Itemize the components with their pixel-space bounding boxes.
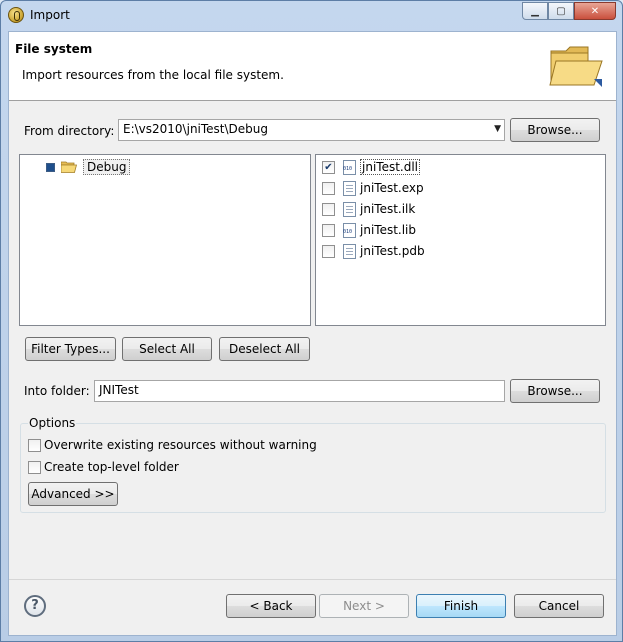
folder-icon	[549, 46, 603, 87]
into-folder-label: Into folder:	[24, 384, 90, 398]
from-directory-label: From directory:	[24, 124, 115, 138]
options-title: Options	[28, 416, 77, 430]
text-file-icon	[343, 180, 356, 196]
dialog-body: File system Import resources from the lo…	[8, 31, 617, 636]
text-file-icon	[343, 243, 356, 259]
window-title: Import	[30, 8, 70, 22]
advanced-button[interactable]: Advanced >>	[28, 482, 118, 506]
finish-button[interactable]: Finish	[416, 594, 506, 618]
footer-divider	[9, 579, 616, 580]
file-label: jniTest.lib	[360, 223, 417, 237]
wizard-title: File system	[15, 42, 93, 56]
file-item-dll[interactable]: ✔ jniTest.dll	[322, 157, 421, 177]
import-dialog: Import ▁ ▢ ✕ File system Import resource…	[0, 0, 623, 642]
deselect-all-button[interactable]: Deselect All	[219, 337, 310, 361]
file-checkbox[interactable]	[322, 244, 335, 258]
text-file-icon	[343, 201, 356, 217]
filter-types-button[interactable]: Filter Types...	[25, 337, 116, 361]
top-level-folder-label: Create top-level folder	[44, 460, 179, 474]
file-label: jniTest.pdb	[360, 244, 425, 258]
folder-tree[interactable]: Debug	[19, 154, 311, 326]
into-folder-input[interactable]: JNITest	[94, 380, 505, 402]
maximize-icon[interactable]: ▢	[548, 2, 574, 20]
binary-file-icon	[343, 222, 356, 238]
file-checkbox[interactable]	[322, 202, 335, 216]
eclipse-app-icon	[8, 7, 24, 23]
file-label: jniTest.ilk	[360, 202, 416, 216]
file-item-lib[interactable]: jniTest.lib	[322, 220, 416, 240]
from-directory-value: E:\vs2010\jniTest\Debug	[123, 122, 269, 136]
tree-item-debug[interactable]: Debug	[46, 158, 131, 176]
minimize-icon[interactable]: ▁	[522, 2, 548, 20]
title-bar[interactable]: Import ▁ ▢ ✕	[1, 1, 622, 31]
file-checkbox[interactable]: ✔	[322, 160, 335, 174]
tree-item-label: Debug	[83, 159, 131, 175]
wizard-header: File system Import resources from the lo…	[9, 32, 616, 101]
file-item-exp[interactable]: jniTest.exp	[322, 178, 424, 198]
file-checkbox[interactable]	[322, 223, 335, 237]
binary-file-icon	[343, 159, 356, 175]
overwrite-label: Overwrite existing resources without war…	[44, 438, 317, 452]
close-icon[interactable]: ✕	[574, 2, 616, 20]
chevron-down-icon[interactable]: ▼	[494, 124, 501, 134]
help-icon[interactable]: ?	[24, 595, 46, 617]
wizard-description: Import resources from the local file sys…	[22, 68, 284, 82]
top-level-folder-checkbox[interactable]	[28, 460, 41, 474]
file-label: jniTest.exp	[360, 181, 424, 195]
overwrite-checkbox[interactable]	[28, 438, 41, 452]
folder-open-icon	[61, 161, 77, 173]
file-item-ilk[interactable]: jniTest.ilk	[322, 199, 415, 219]
overwrite-option[interactable]: Overwrite existing resources without war…	[28, 437, 317, 453]
next-button[interactable]: Next >	[319, 594, 409, 618]
source-browse-button[interactable]: Browse...	[510, 118, 600, 142]
back-button[interactable]: < Back	[226, 594, 316, 618]
file-checkbox[interactable]	[322, 181, 335, 195]
file-list[interactable]: ✔ jniTest.dll jniTest.exp jniTest.ilk jn…	[315, 154, 606, 326]
from-directory-combo[interactable]: E:\vs2010\jniTest\Debug ▼	[118, 119, 505, 141]
destination-browse-button[interactable]: Browse...	[510, 379, 600, 403]
file-item-pdb[interactable]: jniTest.pdb	[322, 241, 425, 261]
file-label: jniTest.dll	[360, 159, 421, 175]
top-level-folder-option[interactable]: Create top-level folder	[28, 459, 179, 475]
window-controls: ▁ ▢ ✕	[522, 2, 616, 20]
select-all-button[interactable]: Select All	[122, 337, 212, 361]
cancel-button[interactable]: Cancel	[514, 594, 604, 618]
tree-checkbox-partial[interactable]	[46, 162, 55, 172]
